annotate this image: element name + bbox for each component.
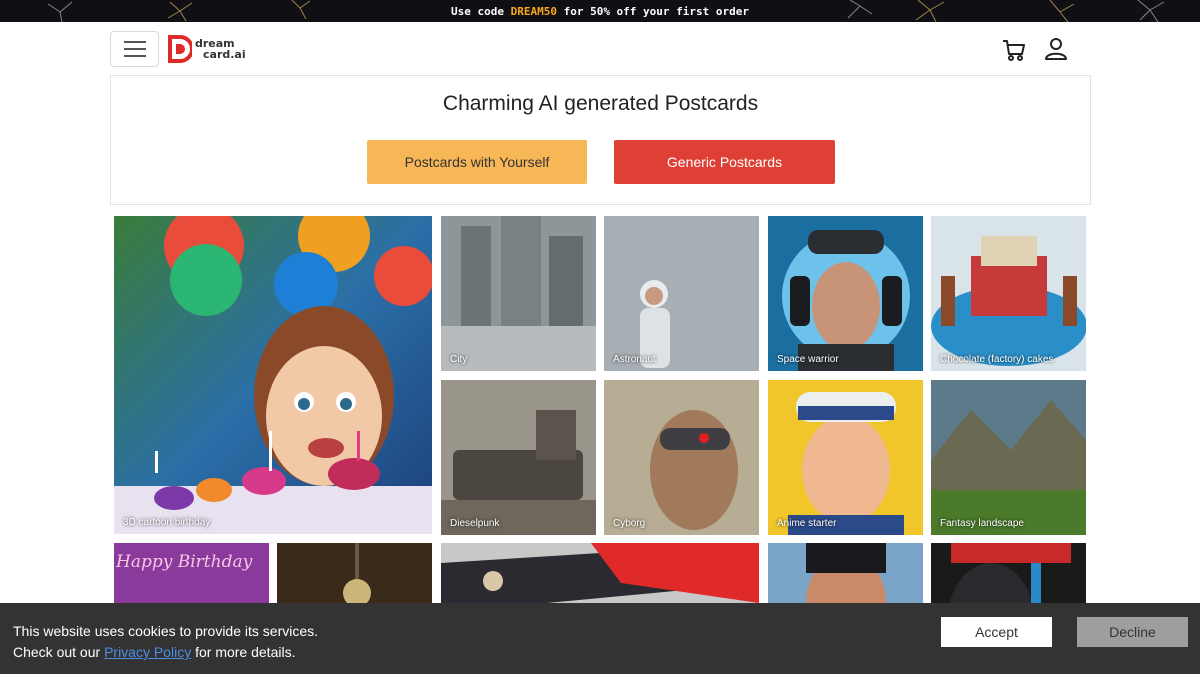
postcard-cyborg[interactable]: Cyborg [604, 380, 759, 535]
postcard-caption: Anime starter [777, 518, 837, 529]
postcard-image [441, 380, 596, 535]
logo-line-2: card.ai [203, 48, 246, 61]
postcard-image [931, 216, 1086, 371]
dreamcard-logo-icon [168, 35, 192, 63]
postcard-astronaut[interactable]: Astronaut [604, 216, 759, 371]
privacy-policy-link[interactable]: Privacy Policy [104, 644, 191, 660]
postcard-image [604, 380, 759, 535]
postcard-caption: Space warrior [777, 354, 839, 365]
user-icon[interactable] [1044, 37, 1068, 61]
postcard-city[interactable]: City [441, 216, 596, 371]
postcard-image [604, 216, 759, 371]
postcard-image [931, 543, 1086, 606]
postcard-image [768, 380, 923, 535]
cookie-line-2-suffix: for more details. [195, 644, 296, 660]
postcard-grid: 3D cartoon birthday City Astronaut Space… [114, 216, 1086, 606]
decline-cookies-button[interactable]: Decline [1077, 617, 1188, 647]
promo-prefix: Use code [450, 4, 504, 18]
postcard-caption: Fantasy landscape [940, 518, 1024, 529]
postcard-fantasy-landscape[interactable]: Fantasy landscape [931, 380, 1086, 535]
promo-code: DREAM50 [510, 4, 557, 18]
postcard-dieselpunk[interactable]: Dieselpunk [441, 380, 596, 535]
postcard-caption: 3D cartoon birthday [123, 517, 211, 528]
promo-banner: Use code DREAM50 for 50% off your first … [0, 0, 1200, 22]
postcard-image [441, 543, 759, 606]
cart-icon[interactable] [1002, 38, 1026, 62]
promo-suffix: for 50% off your first order [563, 4, 750, 18]
postcard-image [931, 380, 1086, 535]
postcard-image [768, 216, 923, 371]
generic-postcards-button[interactable]: Generic Postcards [614, 140, 835, 184]
postcard-image [768, 543, 923, 606]
postcard-feather-portrait[interactable] [441, 543, 759, 606]
cookie-line-2: Check out our Privacy Policy for more de… [13, 642, 318, 663]
hamburger-icon [123, 41, 146, 57]
menu-button[interactable] [110, 31, 159, 67]
postcard-art-text: Happy Birthday [116, 552, 253, 572]
hero-section: Charming AI generated Postcards Postcard… [110, 75, 1091, 205]
postcard-image [441, 216, 596, 371]
postcard-light-bulb[interactable] [277, 543, 432, 606]
postcard-caption: Chocolate (factory) cakes [940, 354, 1054, 365]
postcard-anime-starter[interactable]: Anime starter [768, 380, 923, 535]
postcard-caption: Astronaut [613, 354, 656, 365]
cookie-line-1: This website uses cookies to provide its… [13, 623, 319, 639]
postcard-image [277, 543, 432, 606]
postcard-tribal-mask[interactable] [931, 543, 1086, 606]
site-header: dream card.ai [0, 22, 1200, 74]
postcard-happy-birthday[interactable]: Happy Birthday [114, 543, 269, 606]
postcards-with-yourself-button[interactable]: Postcards with Yourself [367, 140, 587, 184]
postcard-caption: City [450, 354, 468, 365]
page-title: Charming AI generated Postcards [442, 92, 759, 115]
cookie-banner: This website uses cookies to provide its… [0, 603, 1200, 674]
cookie-line-2-prefix: Check out our [13, 644, 101, 660]
postcard-image [114, 216, 432, 534]
postcard-chocolate-factory-cakes[interactable]: Chocolate (factory) cakes [931, 216, 1086, 371]
cookie-message: This website uses cookies to provide its… [13, 621, 318, 663]
postcard-caption: Cyborg [613, 518, 646, 529]
accept-cookies-button[interactable]: Accept [941, 617, 1052, 647]
postcard-3d-cartoon-birthday[interactable]: 3D cartoon birthday [114, 216, 432, 534]
postcard-comic-man[interactable] [768, 543, 923, 606]
postcard-space-warrior[interactable]: Space warrior [768, 216, 923, 371]
logo-text: dream card.ai [195, 38, 246, 60]
promo-text: Use code DREAM50 for 50% off your first … [451, 5, 749, 18]
postcard-caption: Dieselpunk [450, 518, 500, 529]
logo[interactable]: dream card.ai [168, 34, 246, 64]
